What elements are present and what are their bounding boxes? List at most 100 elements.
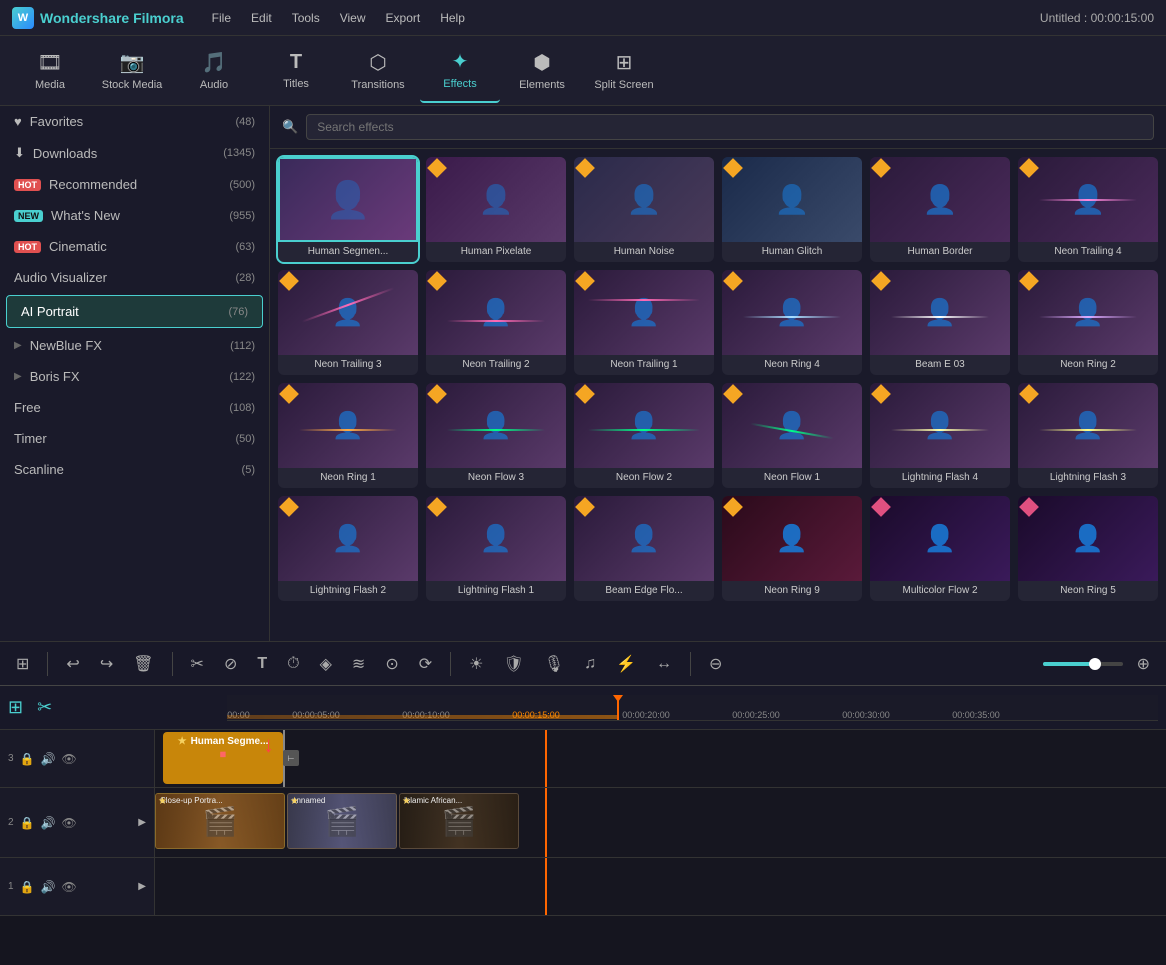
track2-lock-btn[interactable]: 🔒: [20, 816, 35, 830]
effect-neon-ring-1[interactable]: 👤 Neon Ring 1: [278, 383, 418, 488]
toolbar-transitions[interactable]: ⬡ Transitions: [338, 38, 418, 103]
shield-btn[interactable]: 🛡: [497, 650, 529, 678]
effect-neon-trailing-2[interactable]: 👤 Neon Trailing 2: [426, 270, 566, 375]
timer-btn[interactable]: ⏱: [281, 651, 305, 677]
effect-neon-ring-4[interactable]: 👤 Neon Ring 4: [722, 270, 862, 375]
effect-neon-ring-9[interactable]: 👤 Neon Ring 9: [722, 496, 862, 601]
menu-bar: File Edit Tools View Export Help: [204, 9, 473, 27]
sidebar-item-timer[interactable]: Timer (50): [0, 423, 269, 454]
track1-volume-btn[interactable]: 🔊: [41, 880, 56, 894]
search-input[interactable]: [306, 114, 1154, 140]
sidebar-item-audio-visualizer[interactable]: Audio Visualizer (28): [0, 262, 269, 293]
effect-thumb-neon-ring-2: 👤: [1018, 270, 1158, 355]
delete-btn[interactable]: 🗑: [127, 650, 159, 678]
effect-human-pixelate[interactable]: 👤 Human Pixelate: [426, 157, 566, 262]
track2-eye-btn[interactable]: 👁: [61, 816, 76, 830]
effect-human-noise[interactable]: 👤 Human Noise: [574, 157, 714, 262]
effect-lightning-flash-2[interactable]: 👤 Lightning Flash 2: [278, 496, 418, 601]
effect-human-seg[interactable]: 👤 Human Segmen...: [278, 157, 418, 262]
sidebar-item-scanline[interactable]: Scanline (5): [0, 454, 269, 485]
track-num-2: 2: [8, 817, 14, 828]
track-volume-btn[interactable]: 🔊: [41, 752, 56, 766]
toolbar-split-label: Split Screen: [594, 79, 653, 91]
sidebar-item-recommended[interactable]: HOT Recommended (500): [0, 169, 269, 200]
effect-lightning-flash-4[interactable]: 👤 Lightning Flash 4: [870, 383, 1010, 488]
toolbar-effects[interactable]: ✦ Effects: [420, 38, 500, 103]
menu-view[interactable]: View: [332, 9, 374, 27]
sidebar-item-downloads[interactable]: ⬇ Downloads (1345): [0, 137, 269, 169]
track1-eye-btn[interactable]: 👁: [61, 880, 76, 894]
toolbar-split-screen[interactable]: ⊞ Split Screen: [584, 38, 664, 103]
layout-btn[interactable]: ⊞: [10, 650, 35, 678]
effect-human-glitch[interactable]: 👤 Human Glitch: [722, 157, 862, 262]
add-track-btn[interactable]: ⊞: [8, 697, 23, 718]
circle-btn[interactable]: ⊙: [379, 650, 404, 678]
effect-neon-ring-2[interactable]: 👤 Neon Ring 2: [1018, 270, 1158, 375]
sidebar-item-favorites[interactable]: ♥ Favorites (48): [0, 106, 269, 137]
sun-btn[interactable]: ☀: [463, 650, 489, 678]
track-num-1: 1: [8, 881, 14, 892]
video-clip-2[interactable]: unnamed ★ 🎬: [287, 793, 397, 849]
menu-help[interactable]: Help: [432, 9, 473, 27]
effect-neon-flow-1[interactable]: 👤 Neon Flow 1: [722, 383, 862, 488]
effect-beam-edge-flo[interactable]: 👤 Beam Edge Flo...: [574, 496, 714, 601]
music-btn[interactable]: ♫: [578, 651, 602, 677]
scissors-btn[interactable]: ✂: [37, 697, 52, 718]
effect-lightning-flash-3[interactable]: 👤 Lightning Flash 3: [1018, 383, 1158, 488]
effect-neon-trailing-4[interactable]: 👤 Neon Trailing 4: [1018, 157, 1158, 262]
ruler-mark-4: 00:00:20:00: [622, 710, 732, 720]
zoom-out-btn[interactable]: ⊖: [703, 650, 728, 678]
track1-lock-btn[interactable]: 🔒: [20, 880, 35, 894]
toolbar-audio[interactable]: 🎵 Audio: [174, 38, 254, 103]
clip-end-btn[interactable]: ⊢: [283, 750, 299, 766]
effect-neon-flow-3[interactable]: 👤 Neon Flow 3: [426, 383, 566, 488]
speed-btn[interactable]: ⚡: [610, 650, 642, 678]
effect-neon-trailing-1[interactable]: 👤 Neon Trailing 1: [574, 270, 714, 375]
media-icon: 🎞: [37, 50, 62, 75]
effect-human-border[interactable]: 👤 Human Border: [870, 157, 1010, 262]
menu-tools[interactable]: Tools: [284, 9, 328, 27]
toolbar-stock-media[interactable]: 📷 Stock Media: [92, 38, 172, 103]
sidebar-item-ai-portrait[interactable]: AI Portrait (76): [6, 295, 263, 328]
keyframe-btn[interactable]: ◈: [314, 650, 338, 678]
swap-btn[interactable]: ↔: [650, 651, 678, 677]
menu-edit[interactable]: Edit: [243, 9, 280, 27]
toolbar-elements[interactable]: ⬢ Elements: [502, 38, 582, 103]
effects-grid: 👤 Human Segmen... 👤 Human Pixelate 👤: [278, 157, 1158, 601]
disable-btn[interactable]: ⊘: [218, 650, 243, 678]
redo-btn[interactable]: ↪: [94, 650, 119, 678]
loop-btn[interactable]: ⟳: [413, 650, 438, 678]
sidebar-item-boris-fx[interactable]: ▶ Boris FX (122): [0, 361, 269, 392]
app-logo: W Wondershare Filmora: [12, 7, 184, 29]
track-eye-btn[interactable]: 👁: [61, 752, 76, 766]
effect-neon-ring-5[interactable]: 👤 Neon Ring 5: [1018, 496, 1158, 601]
mic-btn[interactable]: 🎙: [538, 650, 570, 678]
zoom-in-btn[interactable]: ⊕: [1131, 650, 1156, 678]
sidebar-item-cinematic[interactable]: HOT Cinematic (63): [0, 231, 269, 262]
zoom-slider[interactable]: [1043, 662, 1123, 666]
sidebar-item-free[interactable]: Free (108): [0, 392, 269, 423]
track2-volume-btn[interactable]: 🔊: [41, 816, 56, 830]
effect-neon-flow-2[interactable]: 👤 Neon Flow 2: [574, 383, 714, 488]
cut-btn[interactable]: ✂: [185, 650, 210, 678]
toolbar-media[interactable]: 🎞 Media: [10, 38, 90, 103]
menu-export[interactable]: Export: [378, 9, 429, 27]
diamond-icon: ◆: [216, 748, 229, 761]
effect-beam-e-03[interactable]: 👤 Beam E 03: [870, 270, 1010, 375]
effect-thumb-human-border: 👤: [870, 157, 1010, 242]
sidebar-item-newblue-fx[interactable]: ▶ NewBlue FX (112): [0, 330, 269, 361]
undo-btn[interactable]: ↩: [60, 650, 85, 678]
sidebar-item-whats-new[interactable]: NEW What's New (955): [0, 200, 269, 231]
video-clip-3[interactable]: Islamic African... ★ 🎬: [399, 793, 519, 849]
track-lock-btn[interactable]: 🔒: [20, 752, 35, 766]
audio-wave-btn[interactable]: ≋: [346, 650, 371, 678]
toolbar-titles[interactable]: T Titles: [256, 38, 336, 103]
effect-lightning-flash-1[interactable]: 👤 Lightning Flash 1: [426, 496, 566, 601]
video-clip-1[interactable]: Close-up Portra... ★ 🎬: [155, 793, 285, 849]
effect-neon-trailing-3[interactable]: 👤 Neon Trailing 3: [278, 270, 418, 375]
toolbar-titles-label: Titles: [283, 78, 309, 90]
track1-row: 1 🔒 🔊 👁 ▶: [0, 858, 1166, 916]
menu-file[interactable]: File: [204, 9, 239, 27]
effect-multicolor-flow-2[interactable]: 👤 Multicolor Flow 2: [870, 496, 1010, 601]
text-btn[interactable]: T: [251, 651, 273, 677]
